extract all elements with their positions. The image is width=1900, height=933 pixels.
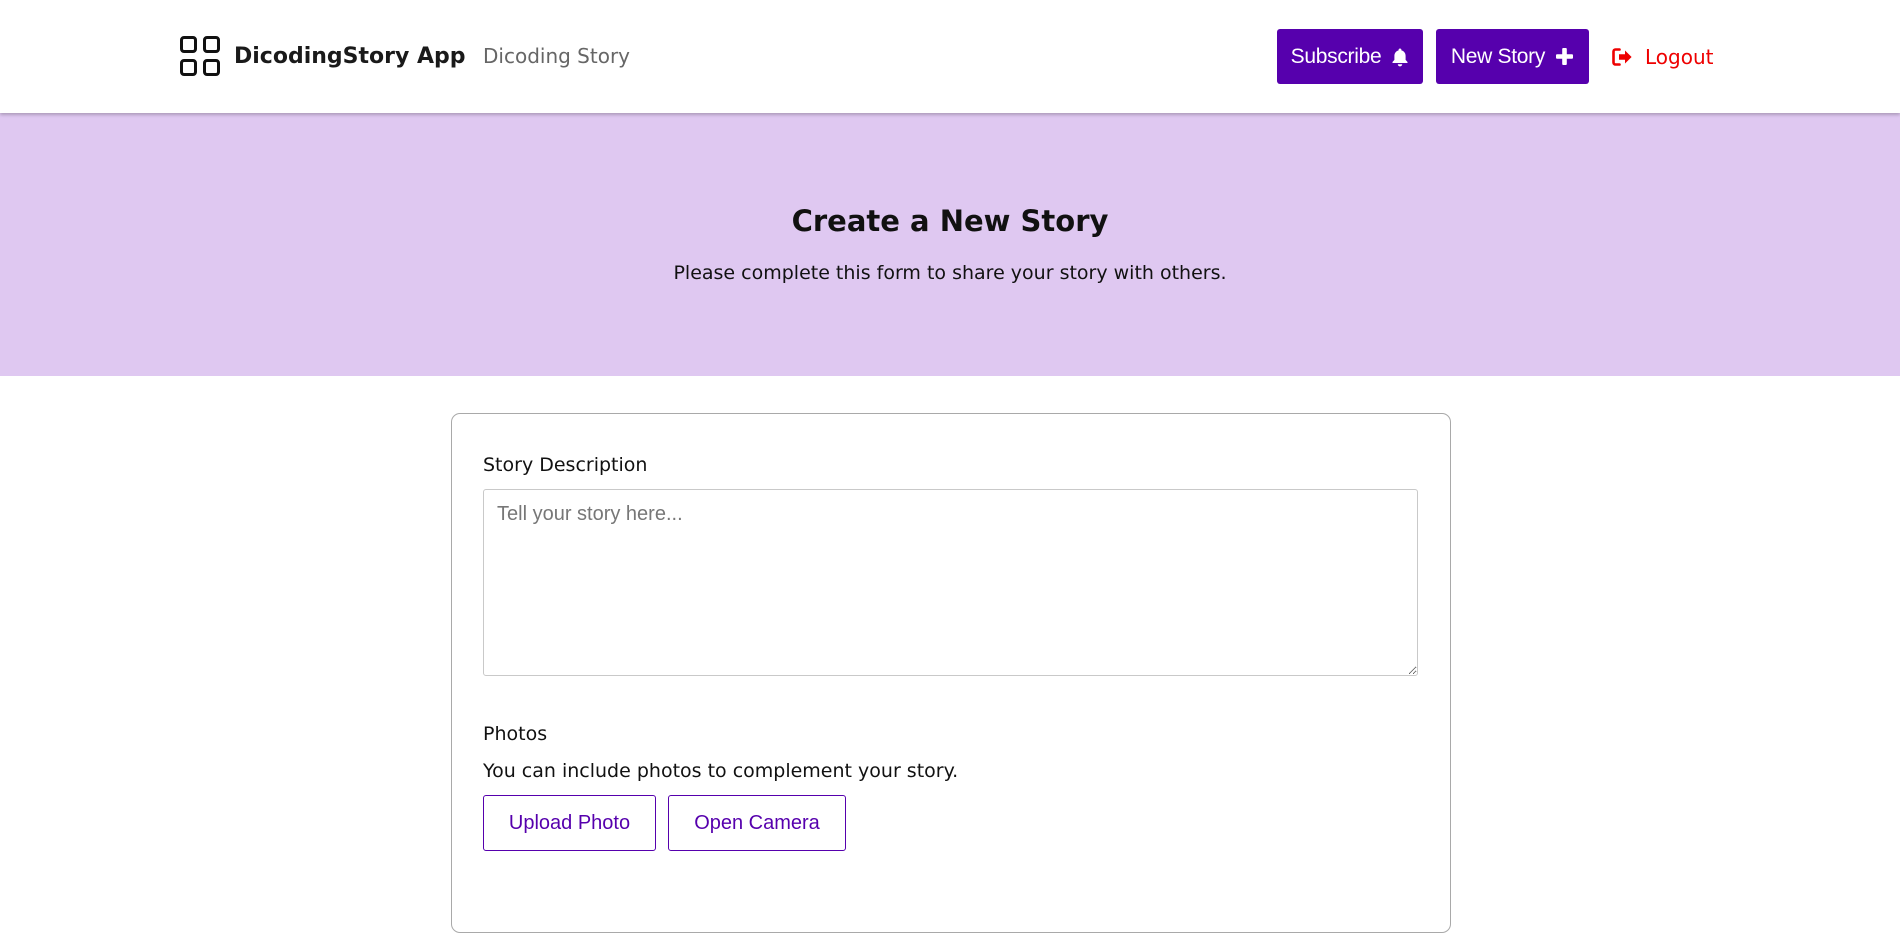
upload-photo-button[interactable]: Upload Photo xyxy=(483,795,656,851)
sign-out-icon xyxy=(1612,48,1633,66)
plus-icon xyxy=(1555,47,1574,66)
nav-link-dicoding-story[interactable]: Dicoding Story xyxy=(483,44,630,68)
subscribe-label: Subscribe xyxy=(1290,44,1382,68)
new-story-button[interactable]: New Story xyxy=(1436,29,1589,84)
subscribe-button[interactable]: Subscribe xyxy=(1277,29,1423,84)
photos-help-text: You can include photos to complement you… xyxy=(483,760,959,782)
photos-label: Photos xyxy=(483,723,548,745)
page-subtitle: Please complete this form to share your … xyxy=(673,262,1227,284)
bell-icon xyxy=(1391,47,1409,67)
hero-banner xyxy=(0,113,1900,376)
logout-link[interactable]: Logout xyxy=(1612,44,1713,70)
grid-icon xyxy=(180,36,220,76)
story-description-label: Story Description xyxy=(483,454,648,476)
app-header: DicodingStory App Dicoding Story Subscri… xyxy=(0,0,1900,113)
logout-label: Logout xyxy=(1645,45,1714,69)
open-camera-button[interactable]: Open Camera xyxy=(668,795,846,851)
page-title: Create a New Story xyxy=(791,204,1109,238)
story-description-input[interactable] xyxy=(483,489,1418,676)
brand[interactable]: DicodingStory App xyxy=(180,36,466,76)
brand-name: DicodingStory App xyxy=(234,43,466,69)
new-story-label: New Story xyxy=(1450,44,1546,68)
